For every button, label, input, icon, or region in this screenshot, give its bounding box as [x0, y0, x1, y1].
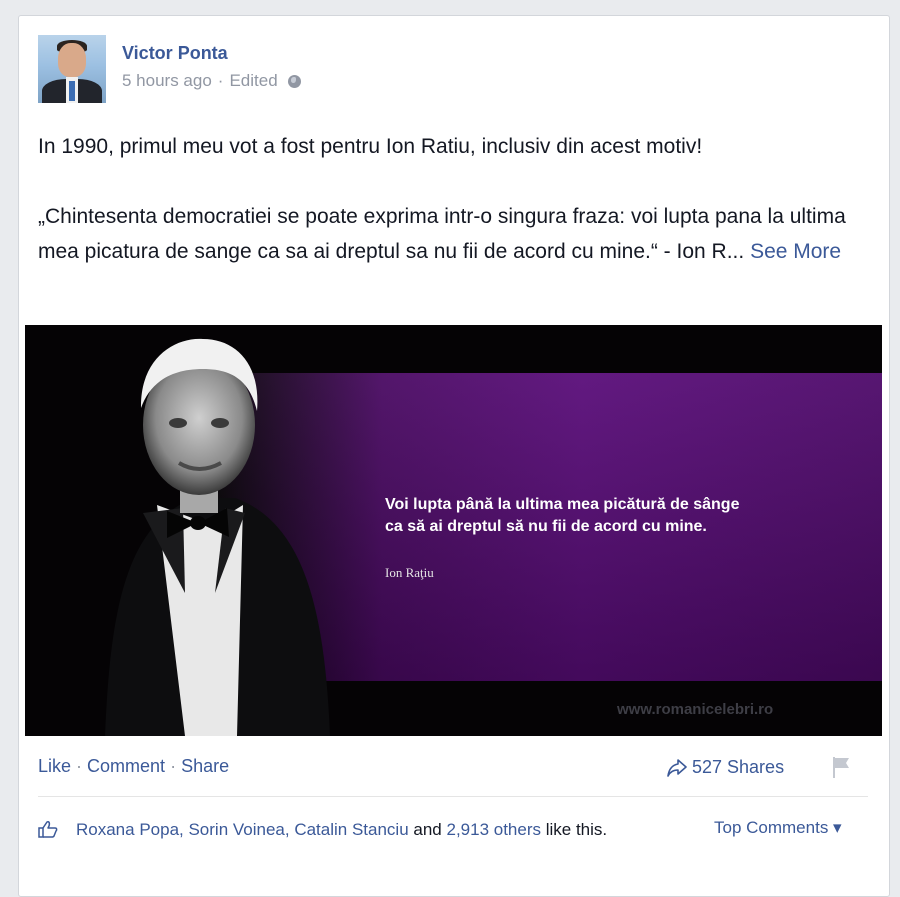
share-arrow-icon: [667, 758, 687, 777]
shares-count[interactable]: 527 Shares: [666, 757, 784, 778]
likes-summary: Roxana Popa, Sorin Voinea, Catalin Stanc…: [38, 817, 658, 843]
flag-icon[interactable]: [831, 756, 851, 778]
image-quote: Voi lupta până la ultima mea picătură de…: [385, 496, 740, 535]
author-avatar[interactable]: [38, 35, 106, 103]
likers-names[interactable]: Roxana Popa, Sorin Voinea, Catalin Stanc…: [76, 820, 409, 839]
thumbs-up-icon: [38, 821, 58, 838]
divider: [38, 796, 868, 797]
globe-icon[interactable]: [287, 74, 301, 88]
post-text-quote: „Chintesenta democratiei se poate exprim…: [38, 205, 846, 263]
top-comments-dropdown[interactable]: Top Comments ▾: [714, 818, 842, 838]
see-more-link[interactable]: See More: [750, 240, 841, 263]
post-card: Victor Ponta 5 hours ago · Edited In 199…: [18, 15, 890, 897]
comment-button[interactable]: Comment: [87, 756, 165, 776]
like-button[interactable]: Like: [38, 756, 71, 776]
post-actions: Like · Comment · Share: [38, 756, 230, 776]
post-timestamp[interactable]: 5 hours ago: [122, 71, 212, 91]
post-photo[interactable]: Voi lupta până la ultima mea picătură de…: [25, 325, 882, 736]
post-text: In 1990, primul meu vot a fost pentru Io…: [38, 129, 858, 269]
share-button[interactable]: Share: [181, 756, 229, 776]
image-watermark: www.romanicelebri.ro: [617, 701, 774, 718]
portrait-image: [105, 338, 330, 736]
post-meta: 5 hours ago · Edited: [122, 71, 301, 91]
edited-label[interactable]: Edited: [229, 71, 277, 91]
post-text-line: In 1990, primul meu vot a fost pentru Io…: [38, 135, 703, 158]
others-link[interactable]: 2,913 others: [446, 820, 541, 839]
author-name[interactable]: Victor Ponta: [122, 43, 228, 64]
image-quote-author: Ion Raţiu: [385, 565, 434, 580]
